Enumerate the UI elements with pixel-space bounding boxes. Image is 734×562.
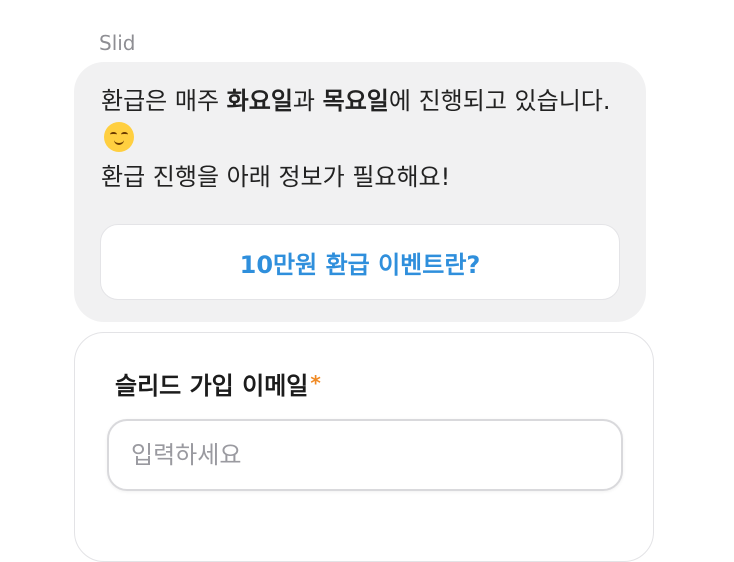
chat-message: 환급은 매주 화요일과 목요일에 진행되고 있습니다. 환급 진행을 아래 정보… [101, 82, 621, 196]
form-card: 슬리드 가입 이메일 * [74, 332, 654, 562]
message-text: 에 진행되고 있습니다. [388, 87, 611, 115]
refund-event-button[interactable]: 10만원 환급 이벤트란? [100, 224, 620, 300]
message-text: 과 [292, 87, 323, 115]
required-mark: * [310, 371, 321, 395]
message-bold-tuesday: 화요일 [226, 87, 293, 115]
smiling-face-icon [104, 122, 134, 152]
chat-bubble: 환급은 매주 화요일과 목요일에 진행되고 있습니다. 환급 진행을 아래 정보… [74, 62, 646, 322]
sender-name: Slid [99, 31, 136, 55]
email-label-text: 슬리드 가입 이메일 [115, 372, 309, 400]
email-input[interactable] [107, 419, 623, 491]
email-field-label: 슬리드 가입 이메일 * [115, 366, 321, 401]
message-text-line2: 환급 진행을 아래 정보가 필요해요! [101, 163, 451, 191]
message-text: 환급은 매주 [101, 87, 227, 115]
message-bold-thursday: 목요일 [322, 87, 389, 115]
